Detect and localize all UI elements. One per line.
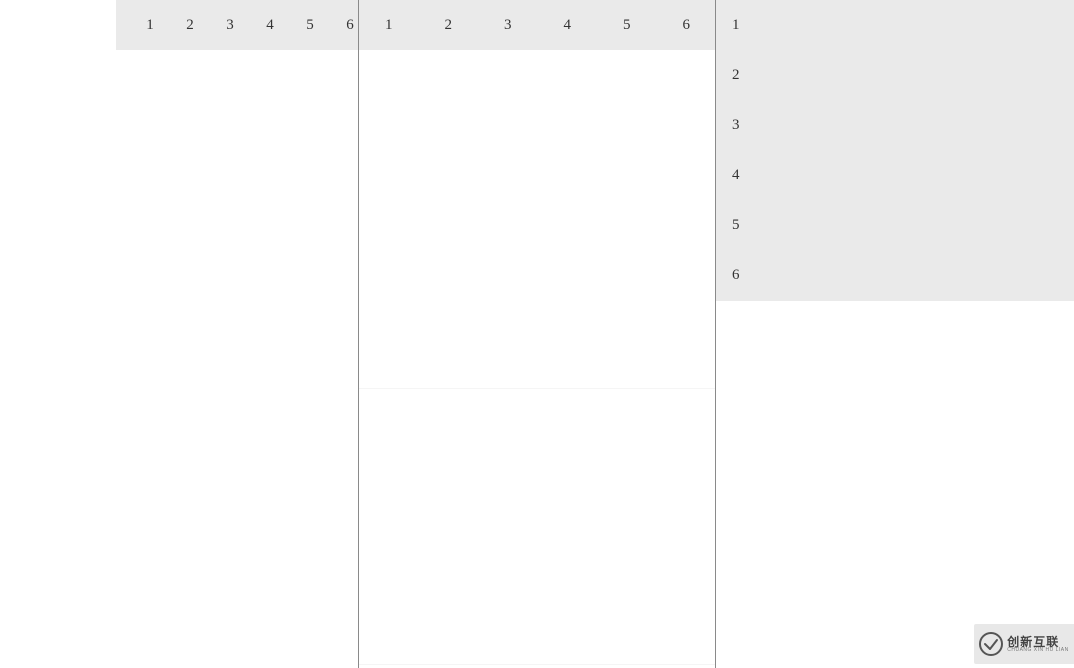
col-header: 2: [419, 17, 479, 34]
panel-right: 1 2 3 4 5 6: [716, 0, 1074, 668]
panel-right-row-labels: 1 2 3 4 5 6: [732, 0, 740, 300]
col-header: 5: [290, 17, 330, 34]
watermark-en: CHUANG XIN HU LIAN: [1007, 648, 1069, 653]
logo-icon: [979, 632, 1003, 656]
row-header: 2: [732, 50, 740, 100]
row-header: 4: [732, 150, 740, 200]
row-header: 6: [732, 250, 740, 300]
panel-left: 1 2 3 4 5 6: [116, 0, 359, 668]
col-header: 1: [130, 17, 170, 34]
row-header: 3: [732, 100, 740, 150]
col-header: 6: [657, 17, 717, 34]
col-header: 4: [538, 17, 598, 34]
panel-right-header-band: [716, 0, 1074, 301]
col-header: 5: [597, 17, 657, 34]
divider-line: [359, 664, 715, 665]
col-header: 4: [250, 17, 290, 34]
col-header: 1: [359, 17, 419, 34]
col-header: 3: [478, 17, 538, 34]
panel-left-header-row: 1 2 3 4 5 6: [130, 0, 370, 50]
watermark-cn: 创新互联: [1007, 636, 1069, 648]
watermark: 创新互联 CHUANG XIN HU LIAN: [974, 624, 1074, 664]
col-header: 2: [170, 17, 210, 34]
row-header: 1: [732, 0, 740, 50]
divider-line: [359, 388, 715, 389]
panel-middle: 1 2 3 4 5 6: [359, 0, 716, 668]
col-header: 3: [210, 17, 250, 34]
layout-container: 1 2 3 4 5 6 1 2 3 4 5 6 1 2 3 4 5 6: [116, 0, 1074, 668]
row-header: 5: [732, 200, 740, 250]
panel-middle-header-row: 1 2 3 4 5 6: [359, 0, 716, 50]
watermark-text: 创新互联 CHUANG XIN HU LIAN: [1007, 636, 1069, 653]
